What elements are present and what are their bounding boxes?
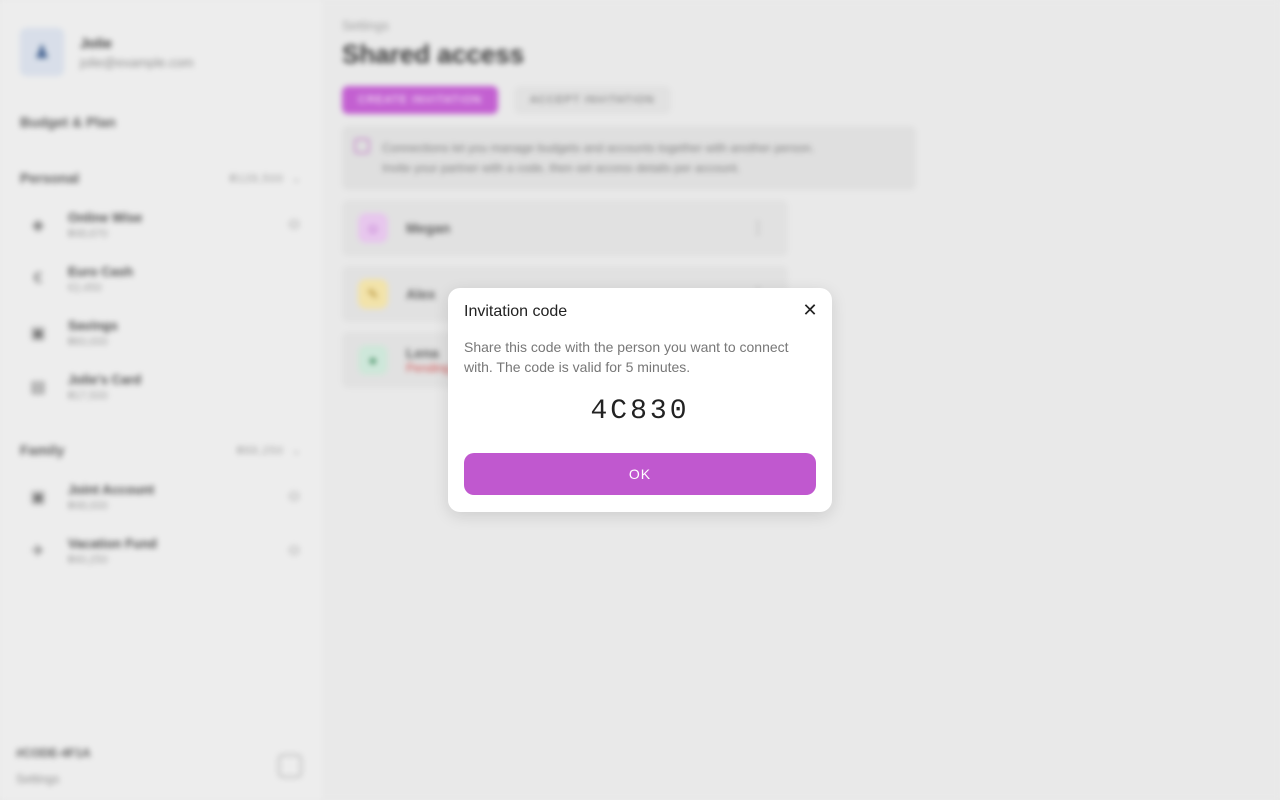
close-icon[interactable]: ✕	[800, 300, 820, 320]
invitation-code-dialog: Invitation code ✕ Share this code with t…	[448, 288, 832, 512]
dialog-title: Invitation code	[464, 303, 568, 320]
invitation-code: 4C830	[590, 396, 690, 427]
dialog-description: Share this code with the person you want…	[464, 339, 789, 375]
ok-button[interactable]: OK	[464, 453, 816, 495]
